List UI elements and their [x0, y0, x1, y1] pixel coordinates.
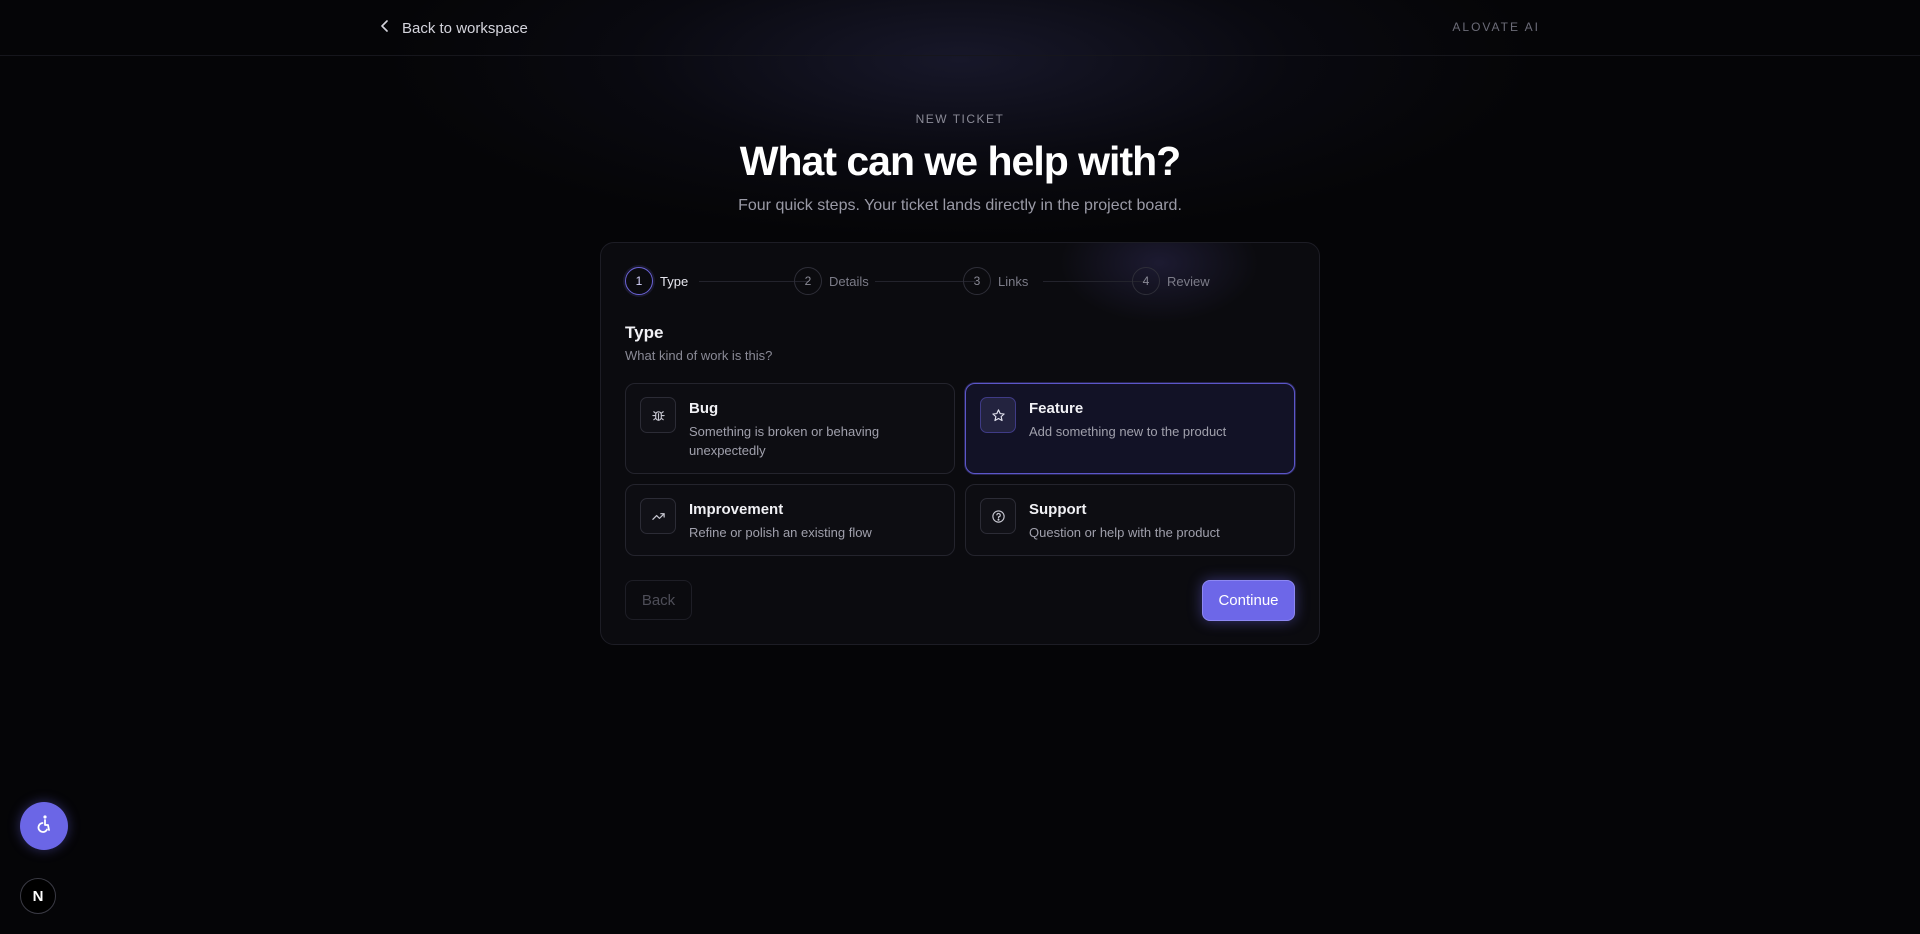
step-connector: [699, 281, 809, 282]
brand-name: ALOVATE AI: [1452, 20, 1540, 34]
option-title: Feature: [1029, 400, 1084, 417]
back-to-workspace-label: Back to workspace: [402, 19, 528, 37]
option-description: Question or help with the product: [1029, 525, 1220, 540]
page-subtitle: Four quick steps. Your ticket lands dire…: [738, 197, 1182, 214]
section-title: Type: [625, 323, 664, 342]
back-to-workspace-link[interactable]: Back to workspace: [378, 16, 528, 40]
step-connector: [1043, 281, 1145, 282]
section-subtitle: What kind of work is this?: [625, 348, 773, 363]
option-description: Refine or polish an existing flow: [689, 525, 872, 540]
option-improvement[interactable]: Improvement Refine or polish an existing…: [625, 484, 955, 556]
bug-icon: [640, 397, 676, 433]
step-number: 3: [963, 267, 991, 295]
option-title: Bug: [689, 400, 719, 417]
help-circle-icon: [980, 498, 1016, 534]
hero: NEW TICKET What can we help with? Four q…: [0, 112, 1920, 215]
step-label: Links: [998, 273, 1029, 289]
step-number: 2: [794, 267, 822, 295]
step-review[interactable]: 4 Review: [1132, 267, 1210, 295]
option-description: Something is broken or behaving unexpect…: [689, 424, 880, 458]
step-label: Review: [1167, 273, 1210, 289]
step-label: Details: [829, 273, 869, 289]
option-title: Support: [1029, 501, 1087, 518]
star-icon: [980, 397, 1016, 433]
stepper: 1 Type 2 Details 3 Links 4 Review: [625, 267, 1295, 295]
option-feature[interactable]: Feature Add something new to the product: [965, 383, 1295, 474]
eyebrow-label: NEW TICKET: [915, 112, 1005, 126]
option-bug[interactable]: Bug Something is broken or behaving unex…: [625, 383, 955, 474]
step-type[interactable]: 1 Type: [625, 267, 688, 295]
ticket-wizard-card: 1 Type 2 Details 3 Links 4 Review Type W…: [600, 242, 1320, 645]
step-number: 1: [625, 267, 653, 295]
option-description: Add something new to the product: [1029, 424, 1227, 439]
top-bar: Back to workspace ALOVATE AI: [0, 0, 1920, 56]
step-connector: [875, 281, 977, 282]
nextjs-badge[interactable]: N: [20, 878, 56, 914]
option-title: Improvement: [689, 501, 784, 518]
chevron-left-icon: [378, 19, 392, 37]
back-button[interactable]: Back: [625, 580, 692, 620]
accessibility-button[interactable]: [20, 802, 68, 850]
accessibility-icon: [33, 813, 55, 840]
page-title: What can we help with?: [739, 138, 1181, 184]
step-links[interactable]: 3 Links: [963, 267, 1028, 295]
continue-button[interactable]: Continue: [1202, 580, 1295, 621]
trend-up-icon: [640, 498, 676, 534]
step-label: Type: [660, 273, 689, 289]
step-details[interactable]: 2 Details: [794, 267, 869, 295]
option-support[interactable]: Support Question or help with the produc…: [965, 484, 1295, 556]
step-number: 4: [1132, 267, 1160, 295]
